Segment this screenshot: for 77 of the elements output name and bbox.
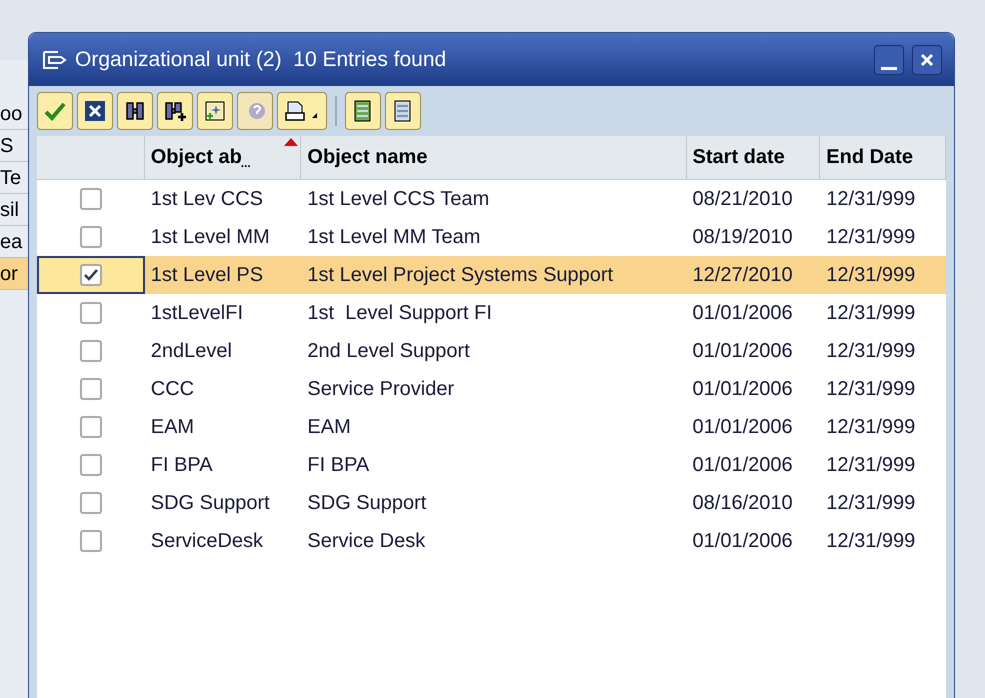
close-icon xyxy=(920,52,934,66)
table-cell-text: SDG Support xyxy=(306,491,428,516)
checkbox[interactable] xyxy=(80,188,102,210)
table-cell-text: CCC xyxy=(150,377,196,402)
checkbox[interactable] xyxy=(80,530,102,552)
table-cell-text: FI BPA xyxy=(150,453,214,478)
minimize-icon xyxy=(881,66,897,70)
printer-icon xyxy=(284,100,320,122)
table-cell-text: 2ndLevel xyxy=(150,339,233,364)
close-button[interactable] xyxy=(912,44,942,74)
column-header[interactable]: Start date xyxy=(686,136,820,179)
table-cell-text: 1st Lev CCS xyxy=(150,187,264,212)
table-cell-text: EAM xyxy=(150,415,196,440)
close-icon xyxy=(84,100,106,122)
checkbox[interactable] xyxy=(80,226,102,248)
checkbox[interactable] xyxy=(80,416,102,438)
table-cell-text: 1st Level MM Team xyxy=(306,225,482,250)
table-cell-text: 12/27/2010 xyxy=(692,263,794,288)
table-cell-text: Service Provider xyxy=(306,377,456,402)
toolbar-button[interactable] xyxy=(197,92,233,130)
table-cell-text: 12/31/999 xyxy=(825,453,916,478)
truncation-mark: ... xyxy=(240,156,251,170)
checkbox[interactable] xyxy=(80,454,102,476)
table-cell-text: 1st Level MM xyxy=(150,225,271,250)
checkbox[interactable] xyxy=(80,492,102,514)
table-cell-text: 12/31/999 xyxy=(825,415,916,440)
table-cell-text: 12/31/999 xyxy=(825,491,916,516)
table-cell-text: 08/21/2010 xyxy=(692,187,794,212)
toolbar-button[interactable] xyxy=(385,92,421,130)
sparkle-document-icon xyxy=(204,100,226,122)
toolbar-button[interactable] xyxy=(77,92,113,130)
table-cell-text: 01/01/2006 xyxy=(692,339,794,364)
table-cell-text: 01/01/2006 xyxy=(692,529,794,554)
checkmark-icon xyxy=(44,101,66,121)
table-cell-text: FI BPA xyxy=(306,453,370,478)
table-cell-text: 01/01/2006 xyxy=(692,301,794,326)
minimize-button[interactable] xyxy=(874,44,904,74)
table-cell-text: 08/19/2010 xyxy=(692,225,794,250)
table-cell-text: 12/31/999 xyxy=(825,301,916,326)
table-cell-text: 01/01/2006 xyxy=(692,377,794,402)
checkbox[interactable] xyxy=(80,378,102,400)
table-cell-text: 08/16/2010 xyxy=(692,491,794,516)
table-cell-text: 12/31/999 xyxy=(825,339,916,364)
table-cell-text: 2nd Level Support xyxy=(306,339,471,364)
table-cell-text: 12/31/999 xyxy=(825,263,916,288)
checkmark-icon xyxy=(84,269,98,281)
toolbar-button[interactable] xyxy=(117,92,153,130)
table-cell-text: 1st Level PS xyxy=(150,263,264,288)
window-title: Organizational unit (2) 10 Entries found xyxy=(75,46,446,73)
table-cell-text: 1st Level Project Systems Support xyxy=(306,263,614,288)
table-cell-text: 01/01/2006 xyxy=(692,415,794,440)
table-cell-text: SDG Support xyxy=(150,491,271,516)
column-header[interactable]: Object name xyxy=(301,136,687,179)
table-cell-text: ServiceDesk xyxy=(150,529,264,554)
table-cell-text: 12/31/999 xyxy=(825,529,916,554)
sort-ascending-icon xyxy=(284,138,298,146)
toolbar-button[interactable] xyxy=(157,92,193,130)
window-icon xyxy=(41,48,67,70)
table-cell-text: 12/31/999 xyxy=(825,225,916,250)
checkbox[interactable] xyxy=(80,264,102,286)
table-cell-text: 1stLevelFI xyxy=(150,301,244,326)
checkbox[interactable] xyxy=(80,340,102,362)
table-row[interactable]: 1st Level PS 1st Level Project Systems Support 12/27/2010 12/31/999 xyxy=(37,256,946,294)
table-cell-text: EAM xyxy=(306,415,352,440)
table-cell-text: 1st Level CCS Team xyxy=(306,187,490,212)
table-cell-text: 01/01/2006 xyxy=(692,453,794,478)
binoculars-icon xyxy=(124,100,146,122)
column-header[interactable]: End Date xyxy=(820,136,946,179)
table-cell-text: 12/31/999 xyxy=(825,187,916,212)
table-cell-text: 12/31/999 xyxy=(825,377,916,402)
table-cell-text: 1st Level Support FI xyxy=(306,301,493,326)
table-cell-text: Service Desk xyxy=(306,529,426,554)
checkbox[interactable] xyxy=(80,302,102,324)
column-header[interactable]: Object ab... xyxy=(144,136,302,179)
toolbar-button[interactable] xyxy=(345,92,381,130)
toolbar-button[interactable] xyxy=(277,92,327,130)
binoculars-plus-icon xyxy=(164,100,186,122)
